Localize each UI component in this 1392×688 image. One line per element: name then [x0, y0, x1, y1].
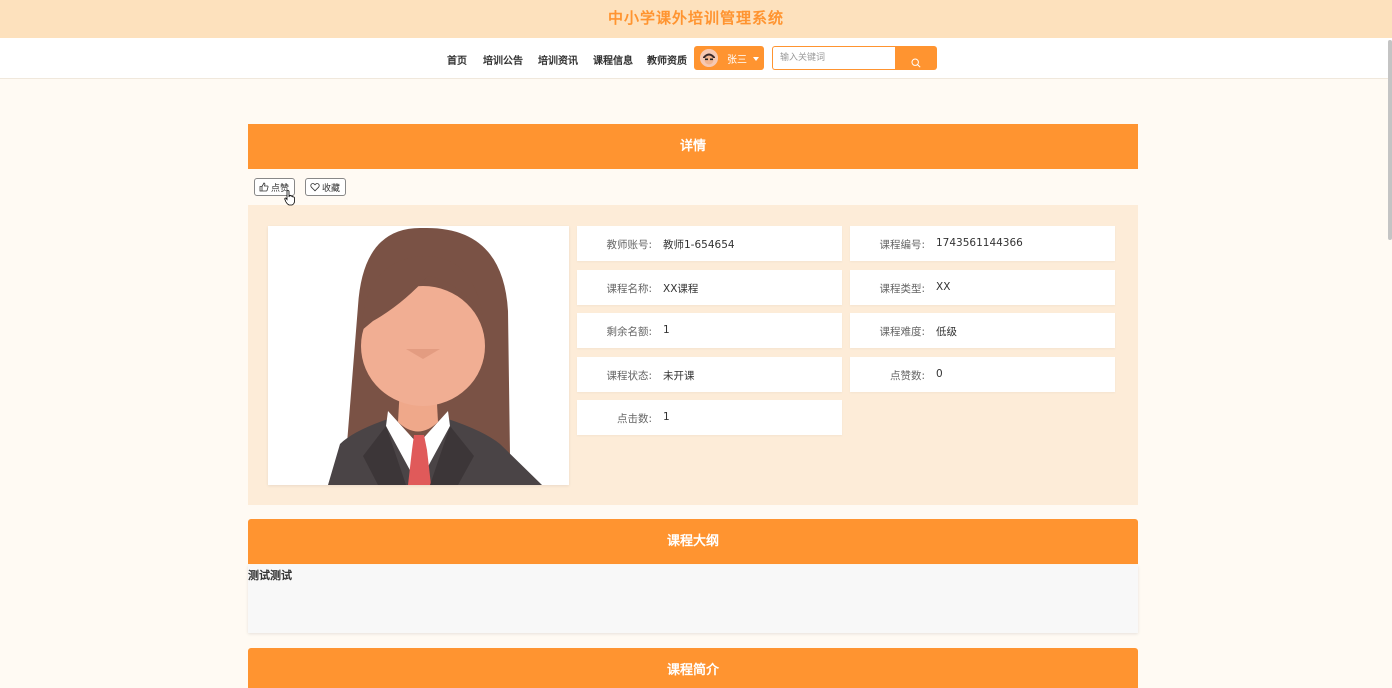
field-value: 低级: [936, 326, 957, 338]
field-course-type: 课程类型: XX: [850, 270, 1115, 305]
favorite-button[interactable]: 收藏: [305, 178, 347, 196]
search-icon: [911, 53, 921, 72]
caret-down-icon: [753, 57, 759, 61]
hand-cursor-icon: [284, 190, 296, 210]
field-value: 0: [936, 368, 943, 380]
thumbs-up-icon: [259, 182, 269, 192]
field-label: 课程难度:: [879, 326, 925, 338]
navbar: 首页 培训公告 培训资讯 课程信息 教师资质 张三: [0, 38, 1392, 79]
field-label: 课程名称:: [606, 283, 652, 295]
field-value: 1: [663, 411, 670, 423]
field-value: 未开课: [663, 370, 695, 382]
nav-announcements[interactable]: 培训公告: [483, 52, 523, 67]
scrollbar[interactable]: [1388, 40, 1392, 240]
syllabus-header: 课程大纲: [248, 519, 1138, 564]
search-input[interactable]: [772, 46, 896, 70]
nav-teacher-qualifications[interactable]: 教师资质: [647, 52, 687, 67]
field-course-difficulty: 课程难度: 低级: [850, 313, 1115, 348]
field-label: 课程编号:: [879, 239, 925, 251]
field-label: 教师账号:: [606, 239, 652, 251]
nav-courses[interactable]: 课程信息: [593, 52, 633, 67]
field-value: 1743561144366: [936, 237, 1023, 249]
field-remaining-seats: 剩余名额: 1: [577, 313, 842, 348]
field-label: 课程类型:: [879, 283, 925, 295]
search-button[interactable]: [895, 46, 937, 70]
field-label: 课程状态:: [606, 370, 652, 382]
field-course-name: 课程名称: XX课程: [577, 270, 842, 305]
field-label: 点击数:: [616, 413, 652, 425]
field-value: 教师1-654654: [663, 239, 735, 251]
heart-icon: [310, 182, 320, 192]
detail-header: 详情: [248, 124, 1138, 169]
field-value: XX: [936, 281, 951, 293]
syllabus-content: 测试测试: [248, 565, 1138, 633]
avatar: [700, 49, 718, 67]
field-like-count: 点赞数: 0: [850, 357, 1115, 392]
site-title: 中小学课外培训管理系统: [607, 9, 784, 27]
user-menu-button[interactable]: 张三: [694, 46, 764, 70]
field-course-status: 课程状态: 未开课: [577, 357, 842, 392]
nav-news[interactable]: 培训资讯: [538, 52, 578, 67]
field-label: 剩余名额:: [606, 326, 652, 338]
nav-home[interactable]: 首页: [447, 52, 467, 67]
field-teacher-account: 教师账号: 教师1-654654: [577, 226, 842, 261]
field-click-count: 点击数: 1: [577, 400, 842, 435]
favorite-label: 收藏: [322, 183, 341, 194]
syllabus-text: 测试测试: [248, 569, 292, 582]
user-name: 张三: [727, 55, 747, 66]
teacher-photo: [268, 226, 569, 485]
field-value: 1: [663, 324, 670, 336]
top-banner: 中小学课外培训管理系统: [0, 0, 1392, 38]
intro-header: 课程简介: [248, 648, 1138, 688]
field-label: 点赞数:: [889, 370, 925, 382]
field-course-number: 课程编号: 1743561144366: [850, 226, 1115, 261]
field-value: XX课程: [663, 283, 699, 295]
